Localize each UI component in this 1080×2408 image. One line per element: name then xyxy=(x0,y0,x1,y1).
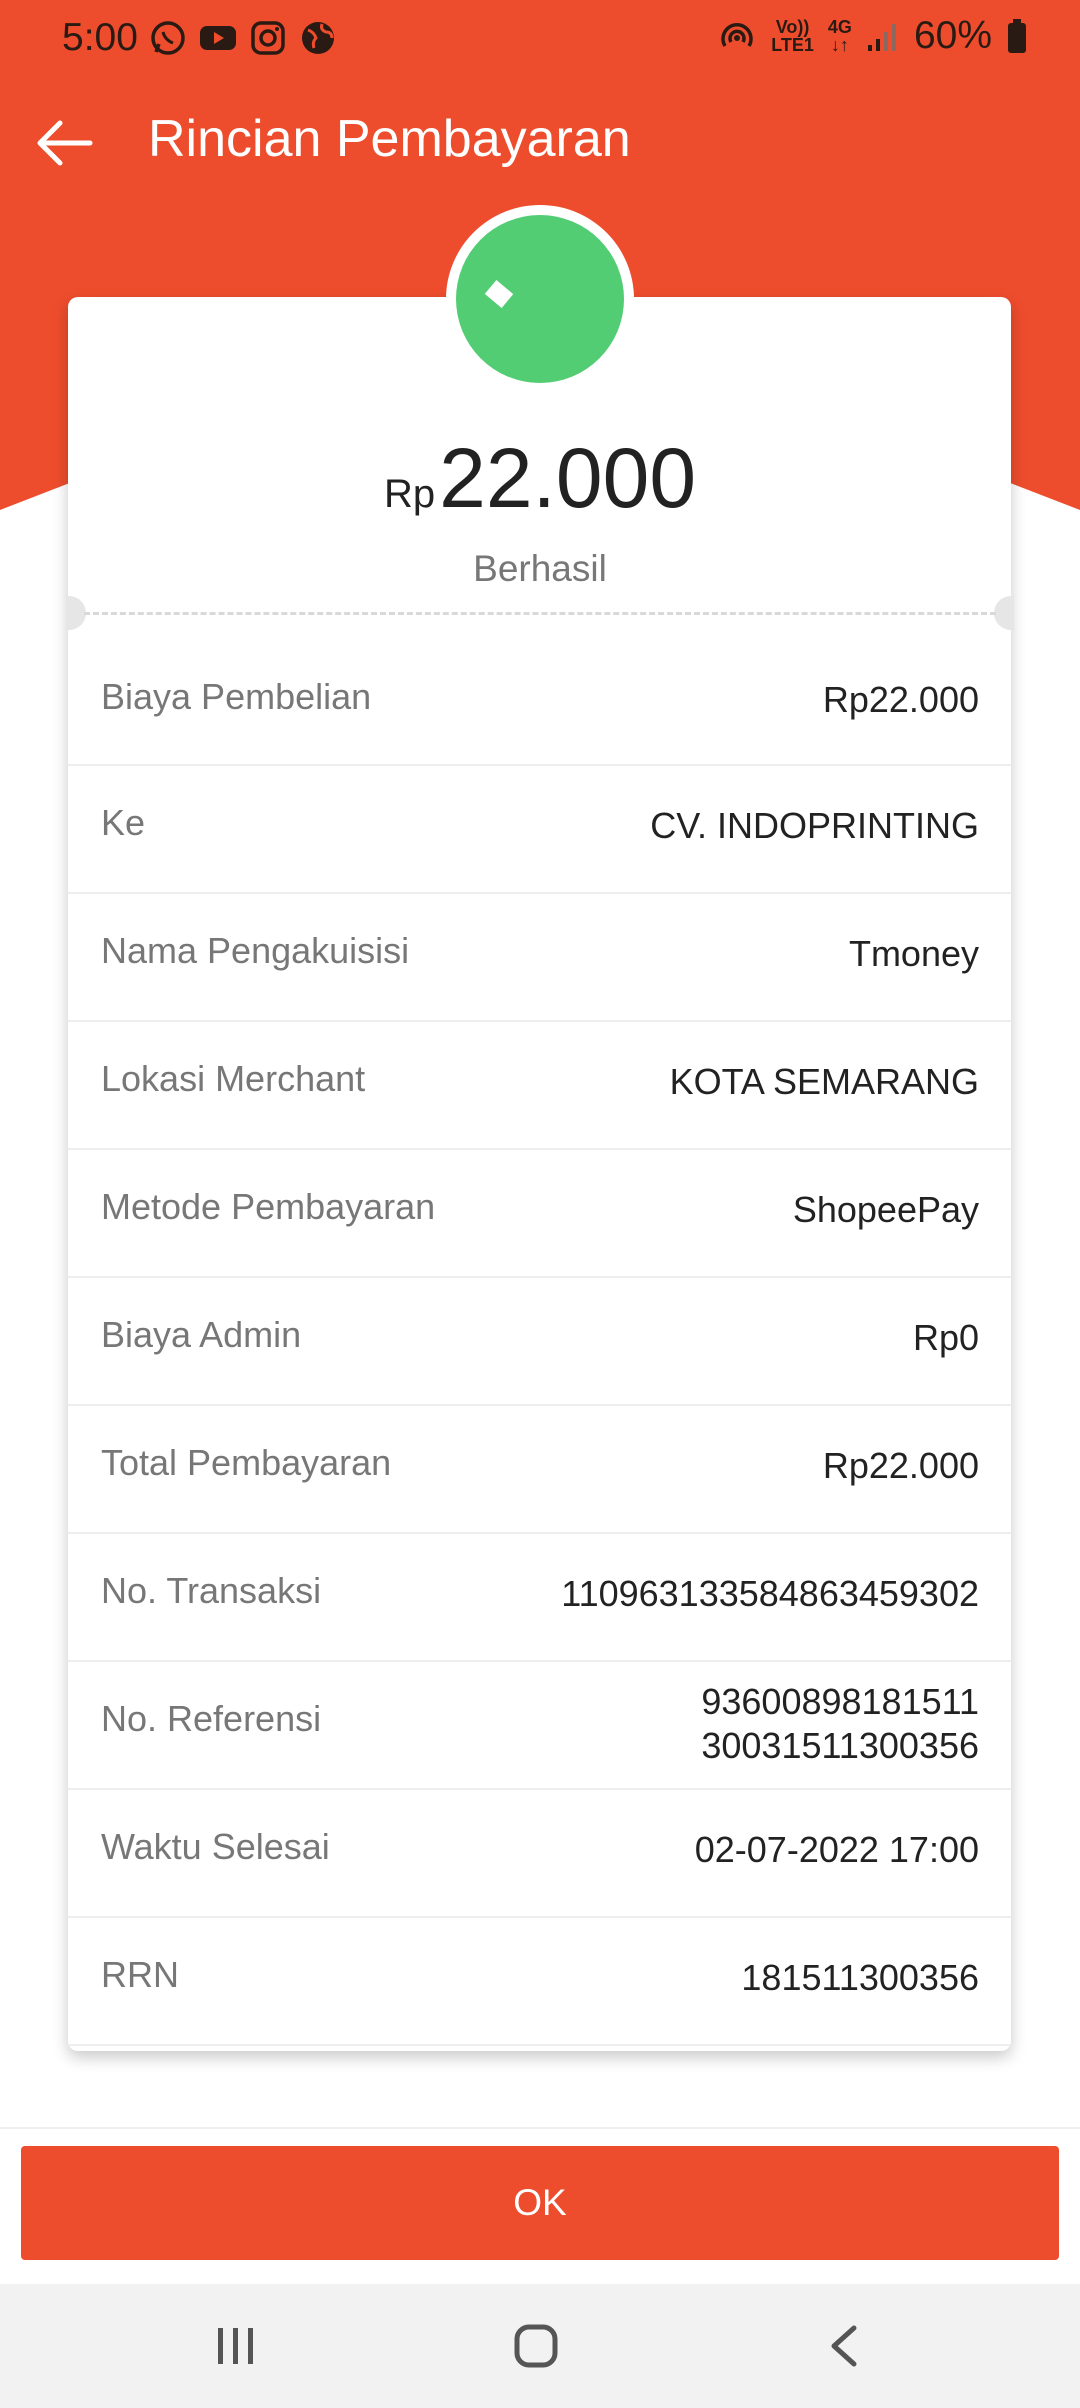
status-bar: 5:00 Vo)) LTE1 4G ↓↑ 60% xyxy=(0,0,1080,76)
detail-label: RRN xyxy=(101,1954,179,1995)
detail-value-line-1: 93600898181511 xyxy=(701,1681,979,1722)
nav-back-icon[interactable] xyxy=(822,2322,866,2370)
payment-status: Berhasil xyxy=(473,548,607,589)
back-arrow-icon[interactable] xyxy=(30,108,100,178)
youtube-icon xyxy=(200,26,236,50)
detail-label: No. Transaksi xyxy=(101,1570,322,1611)
network-type-text: 4G xyxy=(827,17,852,37)
recents-icon[interactable] xyxy=(214,2324,258,2368)
detail-row-metode-pembayaran: Metode Pembayaran ShopeePay xyxy=(68,1150,1011,1278)
detail-label: Metode Pembayaran xyxy=(101,1186,436,1227)
page-title: Rincian Pembayaran xyxy=(148,110,631,168)
detail-value: 02-07-2022 17:00 xyxy=(694,1829,979,1870)
whatsapp-icon xyxy=(151,21,185,55)
volte-top-text: Vo)) xyxy=(775,17,810,37)
status-time: 5:00 xyxy=(62,16,138,59)
instagram-icon xyxy=(251,21,285,55)
amount-currency: Rp xyxy=(383,472,436,516)
signal-icon xyxy=(867,24,896,51)
detail-row-biaya-admin: Biaya Admin Rp0 xyxy=(68,1278,1011,1406)
detail-value: Rp22.000 xyxy=(822,679,979,720)
detail-label: Nama Pengakuisisi xyxy=(101,930,410,971)
detail-row-lokasi-merchant: Lokasi Merchant KOTA SEMARANG xyxy=(68,1022,1011,1150)
success-badge xyxy=(456,215,624,383)
detail-row-nama-pengakuisisi: Nama Pengakuisisi Tmoney xyxy=(68,894,1011,1022)
detail-value: 181511300356 xyxy=(741,1957,979,1998)
detail-value: 93600898181511 30031511300356 xyxy=(701,1680,979,1768)
detail-row-rrn: RRN 181511300356 xyxy=(68,1918,1011,2046)
detail-row-biaya-pembelian: Biaya Pembelian Rp22.000 xyxy=(68,640,1011,766)
footer-divider xyxy=(0,2127,1080,2129)
detail-row-no-transaksi: No. Transaksi 110963133584863459302 xyxy=(68,1534,1011,1662)
globe-icon xyxy=(302,22,334,54)
detail-value: Rp22.000 xyxy=(822,1445,979,1486)
detail-value: 110963133584863459302 xyxy=(561,1573,979,1614)
detail-value: KOTA SEMARANG xyxy=(669,1061,979,1102)
data-arrows-icon: ↓↑ xyxy=(830,35,849,55)
detail-value: ShopeePay xyxy=(792,1189,979,1230)
detail-label: Total Pembayaran xyxy=(101,1442,392,1483)
detail-label: Biaya Admin xyxy=(101,1314,302,1355)
system-nav-bar xyxy=(0,2284,1080,2408)
battery-percentage: 60% xyxy=(913,14,992,57)
detail-label: Waktu Selesai xyxy=(101,1826,330,1867)
detail-row-waktu-selesai: Waktu Selesai 02-07-2022 17:00 xyxy=(68,1790,1011,1918)
hotspot-icon xyxy=(721,23,753,47)
payment-amount: Rp22.000 xyxy=(0,430,1080,527)
detail-value: Rp0 xyxy=(912,1317,979,1358)
detail-list: Biaya Pembelian Rp22.000 Ke CV. INDOPRIN… xyxy=(68,640,1011,2046)
detail-label: Lokasi Merchant xyxy=(101,1058,366,1099)
app-bar: Rincian Pembayaran xyxy=(0,96,1080,186)
detail-value: Tmoney xyxy=(848,933,979,974)
volte-indicator: Vo)) LTE1 xyxy=(771,18,814,54)
detail-label: Ke xyxy=(101,802,146,843)
amount-value: 22.000 xyxy=(439,431,697,525)
detail-value-line-2: 30031511300356 xyxy=(701,1725,979,1766)
detail-label: Biaya Pembelian xyxy=(101,676,372,717)
status-app-icons xyxy=(148,18,338,58)
detail-value: CV. INDOPRINTING xyxy=(650,805,979,846)
ok-button[interactable]: OK xyxy=(21,2146,1059,2260)
network-type: 4G ↓↑ xyxy=(828,18,852,54)
volte-bottom-text: LTE1 xyxy=(771,35,814,55)
status-indicators: Vo)) LTE1 4G ↓↑ 60% xyxy=(717,14,1028,58)
detail-label: No. Referensi xyxy=(101,1698,322,1739)
detail-row-ke: Ke CV. INDOPRINTING xyxy=(68,766,1011,894)
home-icon[interactable] xyxy=(512,2322,560,2370)
dashed-divider xyxy=(84,612,996,615)
detail-row-no-referensi: No. Referensi 93600898181511 30031511300… xyxy=(68,1662,1011,1790)
detail-row-total-pembayaran: Total Pembayaran Rp22.000 xyxy=(68,1406,1011,1534)
battery-icon xyxy=(1008,19,1026,53)
